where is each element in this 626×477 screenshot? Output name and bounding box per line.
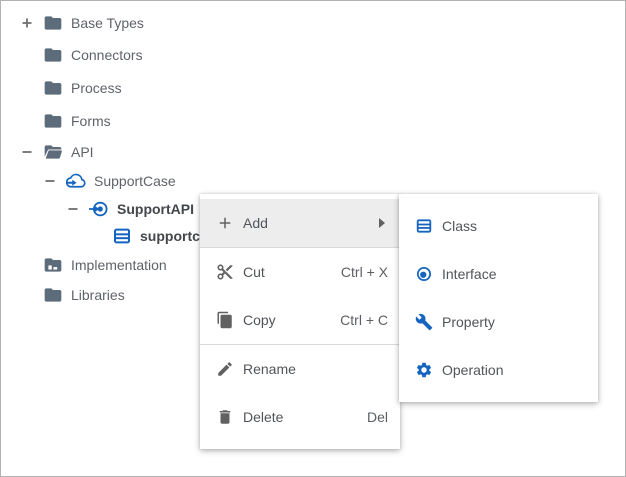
class-icon xyxy=(415,217,433,235)
context-menu: Add Cut Ctrl + X Copy Ctrl + C Re xyxy=(200,194,400,449)
tree-item-base-types[interactable]: Base Types xyxy=(1,7,625,39)
tree-item-forms[interactable]: Forms xyxy=(1,104,625,137)
expand-plus-icon[interactable] xyxy=(19,15,35,31)
menu-item-label: Delete xyxy=(243,409,367,425)
submenu-item-operation[interactable]: Operation xyxy=(399,346,598,394)
menu-shortcut: Del xyxy=(367,409,388,425)
tree-item-label: Forms xyxy=(71,113,111,129)
tree-item-label: Implementation xyxy=(71,257,167,273)
menu-item-rename[interactable]: Rename xyxy=(200,345,400,393)
folder-icon xyxy=(43,285,63,305)
submenu-item-label: Class xyxy=(442,218,586,234)
tree-item-label: Connectors xyxy=(71,47,143,63)
menu-item-cut[interactable]: Cut Ctrl + X xyxy=(200,248,400,296)
folder-open-icon xyxy=(43,142,63,162)
wrench-icon xyxy=(415,313,433,331)
collapse-minus-icon[interactable] xyxy=(19,144,35,160)
folder-icon xyxy=(43,45,63,65)
folder-icon xyxy=(43,78,63,98)
menu-item-label: Cut xyxy=(243,264,341,280)
submenu-item-interface[interactable]: Interface xyxy=(399,250,598,298)
menu-item-label: Copy xyxy=(243,312,340,328)
menu-item-delete[interactable]: Delete Del xyxy=(200,393,400,441)
menu-item-add[interactable]: Add xyxy=(200,199,400,247)
tree-item-connectors[interactable]: Connectors xyxy=(1,39,625,71)
menu-item-label: Rename xyxy=(243,361,388,377)
tree-item-supportcase[interactable]: SupportCase xyxy=(1,166,625,195)
menu-shortcut: Ctrl + X xyxy=(341,264,388,280)
menu-item-copy[interactable]: Copy Ctrl + C xyxy=(200,296,400,344)
folder-implementation-icon xyxy=(43,255,63,275)
cloud-arrow-icon xyxy=(66,171,86,191)
folder-icon xyxy=(43,13,63,33)
tree-item-process[interactable]: Process xyxy=(1,71,625,104)
gear-icon xyxy=(415,361,433,379)
submenu-item-class[interactable]: Class xyxy=(399,202,598,250)
tree-item-label: supportca xyxy=(140,228,208,244)
copy-icon xyxy=(216,311,234,329)
menu-item-label: Add xyxy=(243,215,378,231)
class-icon xyxy=(112,226,132,246)
tree-item-label: Libraries xyxy=(71,287,125,303)
submenu-item-label: Property xyxy=(442,314,586,330)
collapse-minus-icon[interactable] xyxy=(65,201,81,217)
api-input-icon xyxy=(89,199,109,219)
submenu-arrow-icon xyxy=(378,217,388,229)
add-submenu: Class Interface Property Operation xyxy=(399,194,598,402)
pencil-icon xyxy=(216,360,234,378)
trash-icon xyxy=(216,408,234,426)
submenu-item-property[interactable]: Property xyxy=(399,298,598,346)
tree-item-label: SupportCase xyxy=(94,173,176,189)
tree-item-label: API xyxy=(71,144,94,160)
collapse-minus-icon[interactable] xyxy=(42,173,58,189)
plus-icon xyxy=(216,214,234,232)
tree-item-label: Process xyxy=(71,80,122,96)
app-window: Base Types Connectors Process Forms xyxy=(0,0,626,477)
submenu-item-label: Operation xyxy=(442,362,586,378)
menu-shortcut: Ctrl + C xyxy=(340,312,388,328)
tree-item-label: SupportAPI xyxy=(117,201,194,217)
scissors-icon xyxy=(216,263,234,281)
tree-item-label: Base Types xyxy=(71,15,144,31)
folder-icon xyxy=(43,111,63,131)
interface-icon xyxy=(415,265,433,283)
tree-item-api[interactable]: API xyxy=(1,137,625,166)
submenu-item-label: Interface xyxy=(442,266,586,282)
